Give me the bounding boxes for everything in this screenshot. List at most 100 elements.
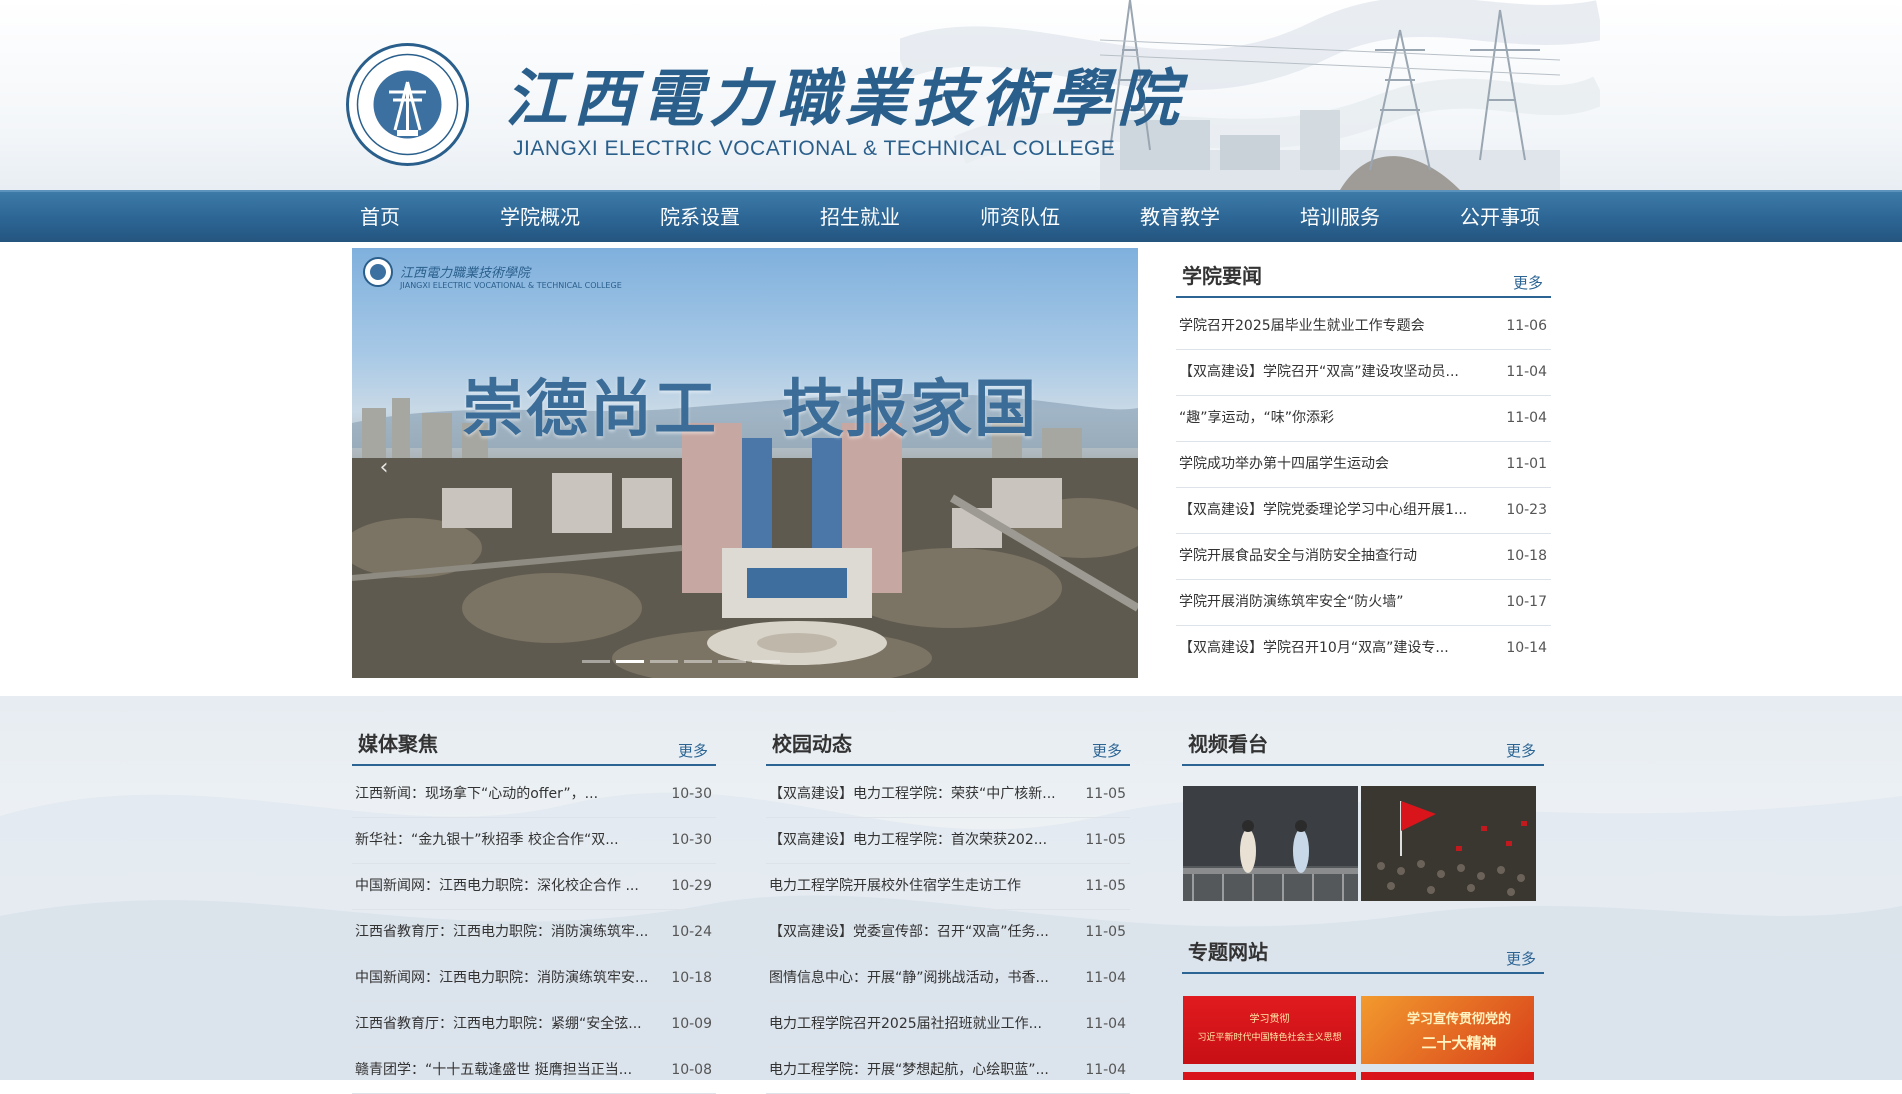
list-item[interactable]: 【双高建设】学院召开10月“双高”建设专... 10-14: [1176, 626, 1551, 671]
main-navigation: 首页 学院概况 院系设置 招生就业 师资队伍 教育教学 培训服务 公开事项: [0, 190, 1902, 242]
list-item[interactable]: 【双高建设】学院召开“双高”建设攻坚动员... 11-04: [1176, 350, 1551, 396]
news-date: 10-24: [671, 924, 712, 940]
slider-dot[interactable]: [718, 660, 746, 663]
news-title[interactable]: 电力工程学院召开2025届社招班就业工作...: [769, 1002, 1069, 1047]
list-item[interactable]: 【双高建设】电力工程学院：荣获“中广核新... 11-05: [766, 772, 1130, 818]
topic-tile-20th-congress[interactable]: 学习宣传贯彻党的 二十大精神: [1361, 996, 1534, 1064]
campus-news-more-link[interactable]: 更多: [1092, 740, 1122, 761]
news-date: 11-05: [1085, 924, 1126, 940]
list-item[interactable]: 图情信息中心：开展“静”阅挑战活动，书香... 11-04: [766, 956, 1130, 1002]
list-item[interactable]: 新华社：“金九银十”秋招季 校企合作“双... 10-30: [352, 818, 716, 864]
college-news-list: 学院召开2025届毕业生就业工作专题会 11-06 【双高建设】学院召开“双高”建…: [1176, 304, 1551, 671]
media-focus-panel: 媒体聚焦 更多 江西新闻：现场拿下“心动的offer”，... 10-30 新华社…: [352, 718, 716, 1094]
nav-inner: 首页 学院概况 院系设置 招生就业 师资队伍 教育教学 培训服务 公开事项: [348, 192, 1548, 242]
news-title[interactable]: 学院召开2025届毕业生就业工作专题会: [1179, 304, 1499, 349]
news-title[interactable]: 学院开展食品安全与消防安全抽查行动: [1179, 534, 1499, 579]
nav-item-training[interactable]: 培训服务: [1300, 192, 1380, 242]
topic-tile-line1: 学习宣传贯彻党的: [1406, 1012, 1511, 1027]
slider-dot-active[interactable]: [616, 660, 644, 663]
news-date: 11-04: [1085, 970, 1126, 986]
list-item[interactable]: “趣”享运动，“味”你添彩 11-04: [1176, 396, 1551, 442]
list-item[interactable]: 学院开展消防演练筑牢安全“防火墙” 10-17: [1176, 580, 1551, 626]
topic-tile-line2: 二十大精神: [1421, 1034, 1497, 1052]
list-item[interactable]: 【双高建设】电力工程学院：首次荣获202... 11-05: [766, 818, 1130, 864]
news-date: 10-08: [671, 1062, 712, 1078]
nav-item-overview[interactable]: 学院概况: [500, 192, 580, 242]
news-title[interactable]: 赣青团学：“十十五载逢盛世 挺膺担当正当...: [355, 1048, 655, 1093]
news-title[interactable]: 中国新闻网：江西电力职院：深化校企合作 ...: [355, 864, 655, 909]
news-title[interactable]: 【双高建设】党委宣传部：召开“双高”任务...: [769, 910, 1069, 955]
list-item[interactable]: 【双高建设】党委宣传部：召开“双高”任务... 11-05: [766, 910, 1130, 956]
list-item[interactable]: 江西省教育厅：江西电力职院：紧绷“安全弦... 10-09: [352, 1002, 716, 1048]
news-title[interactable]: 电力工程学院：开展“梦想起航，心绘职蓝”...: [769, 1048, 1069, 1093]
list-item[interactable]: 学院召开2025届毕业生就业工作专题会 11-06: [1176, 304, 1551, 350]
news-title[interactable]: 学院成功举办第十四届学生运动会: [1179, 442, 1499, 487]
video-thumbnail-flags[interactable]: [1361, 786, 1536, 901]
slider-dot[interactable]: [752, 660, 780, 663]
college-news-title: 学院要闻: [1182, 264, 1262, 288]
news-title[interactable]: 江西新闻：现场拿下“心动的offer”，...: [355, 772, 655, 817]
list-item[interactable]: 中国新闻网：江西电力职院：深化校企合作 ... 10-29: [352, 864, 716, 910]
video-stage-header: 视频看台 更多: [1182, 718, 1544, 766]
news-date: 11-05: [1085, 786, 1126, 802]
campus-news-header: 校园动态 更多: [766, 718, 1130, 766]
campus-news-title: 校园动态: [772, 732, 852, 756]
news-date: 10-30: [671, 832, 712, 848]
video-stage-title: 视频看台: [1188, 732, 1268, 756]
slider-logo-en: JIANGXI ELECTRIC VOCATIONAL & TECHNICAL …: [400, 281, 622, 290]
nav-item-faculty[interactable]: 师资队伍: [980, 192, 1060, 242]
topic-tile-xi-thought[interactable]: 学习贯彻 习近平新时代中国特色社会主义思想: [1183, 996, 1356, 1064]
news-date: 10-29: [671, 878, 712, 894]
list-item[interactable]: 江西新闻：现场拿下“心动的offer”，... 10-30: [352, 772, 716, 818]
nav-item-education[interactable]: 教育教学: [1140, 192, 1220, 242]
news-title[interactable]: 电力工程学院开展校外住宿学生走访工作: [769, 864, 1069, 909]
list-item[interactable]: 江西省教育厅：江西电力职院：消防演练筑牢... 10-24: [352, 910, 716, 956]
news-title[interactable]: 江西省教育厅：江西电力职院：紧绷“安全弦...: [355, 1002, 655, 1047]
news-title[interactable]: 江西省教育厅：江西电力职院：消防演练筑牢...: [355, 910, 655, 955]
slider-dot[interactable]: [650, 660, 678, 663]
news-title[interactable]: 中国新闻网：江西电力职院：消防演练筑牢安...: [355, 956, 655, 1001]
video-stage-more-link[interactable]: 更多: [1506, 740, 1536, 761]
news-title[interactable]: 图情信息中心：开展“静”阅挑战活动，书香...: [769, 956, 1069, 1001]
topic-tile-line1: 学习贯彻: [1249, 1014, 1290, 1025]
slider-logo-text: 江西電力職業技術學院: [400, 266, 531, 281]
news-title[interactable]: 新华社：“金九银十”秋招季 校企合作“双...: [355, 818, 655, 863]
nav-item-departments[interactable]: 院系设置: [660, 192, 740, 242]
list-item[interactable]: 【双高建设】学院党委理论学习中心组开展1... 10-23: [1176, 488, 1551, 534]
topic-tile-partial[interactable]: [1183, 1072, 1356, 1080]
list-item[interactable]: 电力工程学院开展校外住宿学生走访工作 11-05: [766, 864, 1130, 910]
list-item[interactable]: 学院成功举办第十四届学生运动会 11-01: [1176, 442, 1551, 488]
nav-item-public-affairs[interactable]: 公开事项: [1460, 192, 1540, 242]
news-title[interactable]: 【双高建设】电力工程学院：首次荣获202...: [769, 818, 1069, 863]
news-title[interactable]: 【双高建设】电力工程学院：荣获“中广核新...: [769, 772, 1069, 817]
list-item[interactable]: 电力工程学院：开展“梦想起航，心绘职蓝”... 11-04: [766, 1048, 1130, 1094]
news-date: 10-23: [1506, 502, 1547, 518]
site-header: 江西電力職業技術學院 JIANGXI ELECTRIC VOCATIONAL &…: [0, 0, 1902, 190]
news-title[interactable]: 【双高建设】学院召开“双高”建设攻坚动员...: [1179, 350, 1499, 395]
hero-slider[interactable]: 江西電力職業技術學院 JIANGXI ELECTRIC VOCATIONAL &…: [352, 248, 1138, 678]
video-thumbnail-performance[interactable]: [1183, 786, 1358, 901]
list-item[interactable]: 学院开展食品安全与消防安全抽查行动 10-18: [1176, 534, 1551, 580]
campus-news-panel: 校园动态 更多 【双高建设】电力工程学院：荣获“中广核新... 11-05 【双高…: [766, 718, 1130, 1094]
news-title[interactable]: 【双高建设】学院党委理论学习中心组开展1...: [1179, 488, 1499, 533]
nav-item-home[interactable]: 首页: [360, 192, 400, 242]
list-item[interactable]: 中国新闻网：江西电力职院：消防演练筑牢安... 10-18: [352, 956, 716, 1002]
news-title[interactable]: “趣”享运动，“味”你添彩: [1179, 396, 1499, 441]
topic-tile-partial[interactable]: [1361, 1072, 1534, 1080]
slider-prev-icon[interactable]: ‹: [370, 448, 398, 488]
slider-dot[interactable]: [684, 660, 712, 663]
college-news-more-link[interactable]: 更多: [1513, 272, 1543, 293]
news-title[interactable]: 学院开展消防演练筑牢安全“防火墙”: [1179, 580, 1499, 625]
list-item[interactable]: 电力工程学院召开2025届社招班就业工作... 11-04: [766, 1002, 1130, 1048]
news-title[interactable]: 【双高建设】学院召开10月“双高”建设专...: [1179, 626, 1499, 671]
news-date: 10-18: [671, 970, 712, 986]
topic-sites-more-link[interactable]: 更多: [1506, 948, 1536, 969]
media-focus-more-link[interactable]: 更多: [678, 740, 708, 761]
topic-tile-line2: 习近平新时代中国特色社会主义思想: [1197, 1033, 1342, 1043]
list-item[interactable]: 赣青团学：“十十五载逢盛世 挺膺担当正当... 10-08: [352, 1048, 716, 1094]
news-date: 11-04: [1085, 1062, 1126, 1078]
nav-item-admissions[interactable]: 招生就业: [820, 192, 900, 242]
slider-dot[interactable]: [582, 660, 610, 663]
video-thumbnail-image: [1361, 786, 1536, 901]
college-name-en: JIANGXI ELECTRIC VOCATIONAL & TECHNICAL …: [513, 137, 1116, 160]
